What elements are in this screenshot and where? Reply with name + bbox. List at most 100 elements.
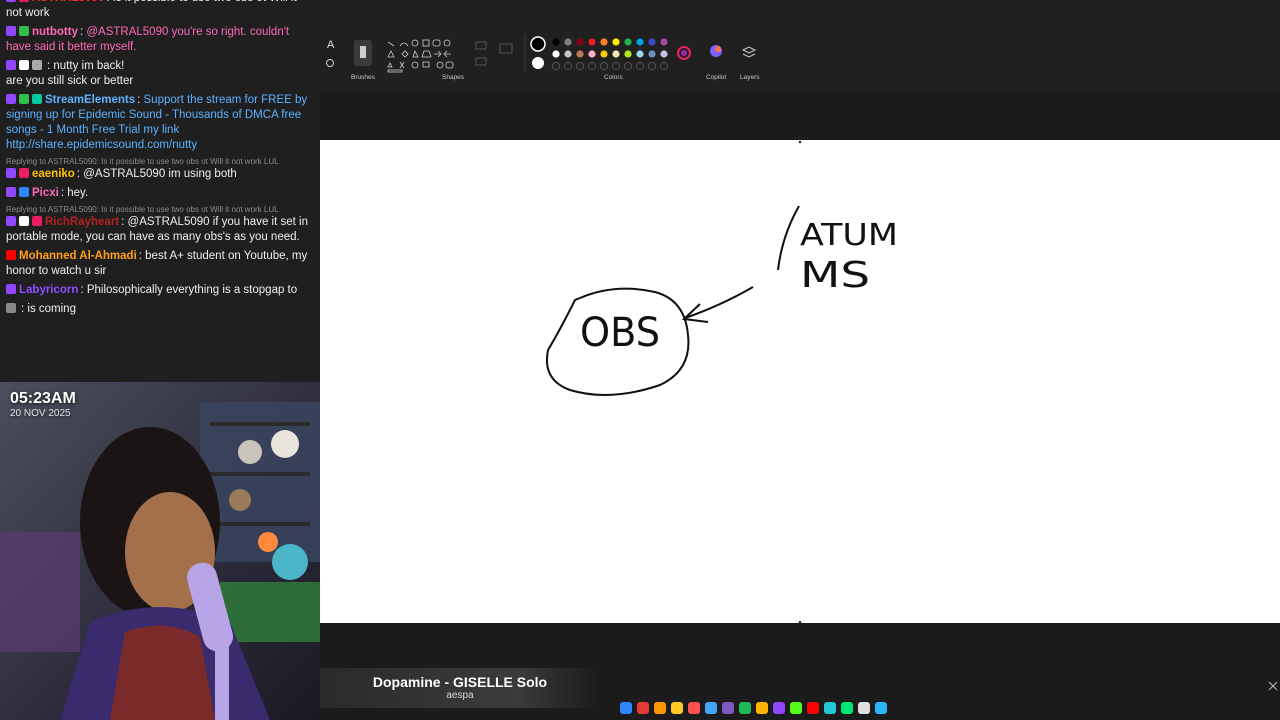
palette-swatch[interactable]	[564, 50, 572, 58]
chat-message-text: are you still sick or better	[6, 75, 134, 87]
chat-username[interactable]: ASTRAL5090	[32, 0, 104, 4]
custom-color-slot[interactable]	[611, 61, 621, 71]
chat-message: nutbotty: @ASTRAL5090 you're so right. c…	[6, 25, 314, 55]
palette-swatch[interactable]	[624, 38, 632, 46]
layers-label: Layers	[740, 74, 760, 81]
taskbar-app-icon[interactable]	[620, 702, 632, 714]
palette-swatch[interactable]	[660, 38, 668, 46]
song-artist: aespa	[446, 690, 474, 701]
shape-size-button	[499, 43, 513, 54]
screen: ASTRAL5090: Is it possible to use two ob…	[0, 0, 1280, 720]
webcam-feed: 05:23AM 20 NOV 2025	[0, 382, 320, 720]
webcam-image	[0, 382, 320, 720]
custom-color-slot[interactable]	[659, 61, 669, 71]
chat-message-text: @ASTRAL5090 im using both	[83, 168, 237, 180]
chat-badge-icon	[19, 26, 29, 36]
taskbar-app-icon[interactable]	[688, 702, 700, 714]
taskbar-app-icon[interactable]	[790, 702, 802, 714]
primary-color-swatch	[530, 36, 546, 52]
paint-canvas-area: OBS ATUM MS	[320, 92, 1280, 624]
stream-clock: 05:23AM 20 NOV 2025	[10, 390, 76, 419]
palette-swatch[interactable]	[612, 38, 620, 46]
palette-swatch[interactable]	[552, 50, 560, 58]
chat-panel: ASTRAL5090: Is it possible to use two ob…	[0, 0, 320, 382]
paint-canvas[interactable]: OBS ATUM MS	[320, 140, 1280, 624]
chat-username[interactable]: Picxi	[32, 187, 59, 199]
taskbar-app-icon[interactable]	[671, 702, 683, 714]
chat-message-text: is coming	[27, 303, 76, 315]
palette-swatch[interactable]	[648, 50, 656, 58]
taskbar-app-icon[interactable]	[654, 702, 666, 714]
chat-badge-icon	[19, 0, 29, 2]
resize-icon	[1268, 681, 1278, 691]
shape-fill-button	[475, 57, 487, 66]
chat-message: StreamElements: Support the stream for F…	[6, 93, 314, 153]
palette-swatch[interactable]	[588, 38, 596, 46]
custom-color-slot[interactable]	[635, 61, 645, 71]
palette-swatch[interactable]	[648, 38, 656, 46]
taskbar-app-icon[interactable]	[739, 702, 751, 714]
taskbar	[620, 699, 887, 717]
palette-swatch[interactable]	[552, 38, 560, 46]
copilot-label: Copilot	[706, 74, 727, 81]
palette-swatch[interactable]	[636, 38, 644, 46]
palette-swatch[interactable]	[660, 50, 668, 58]
custom-color-slot[interactable]	[563, 61, 573, 71]
brushes-label: Brushes	[351, 74, 375, 81]
taskbar-app-icon[interactable]	[705, 702, 717, 714]
arrow-line	[684, 286, 754, 319]
custom-color-slot[interactable]	[599, 61, 609, 71]
zoom-icon	[326, 59, 334, 67]
chat-username[interactable]: Mohanned Al-Ahmadi	[19, 250, 137, 262]
chat-badge-icon	[32, 94, 42, 104]
custom-color-slot[interactable]	[575, 61, 585, 71]
taskbar-app-icon[interactable]	[722, 702, 734, 714]
shape-outline-button	[475, 41, 487, 50]
chat-message: Picxi: hey.	[6, 186, 314, 201]
custom-color-slot[interactable]	[587, 61, 597, 71]
taskbar-app-icon[interactable]	[637, 702, 649, 714]
handwriting-atum: ATUM	[800, 218, 898, 253]
palette-swatch[interactable]	[612, 50, 620, 58]
taskbar-app-icon[interactable]	[756, 702, 768, 714]
obs-label: OBS	[580, 310, 660, 356]
chat-badge-icon	[6, 94, 16, 104]
taskbar-app-icon[interactable]	[824, 702, 836, 714]
taskbar-app-icon[interactable]	[807, 702, 819, 714]
shapes-label: Shapes	[442, 74, 465, 81]
palette-swatch[interactable]	[576, 50, 584, 58]
taskbar-app-icon[interactable]	[773, 702, 785, 714]
taskbar-app-icon[interactable]	[875, 702, 887, 714]
chat-badge-icon	[6, 168, 16, 178]
chat-badge-icon	[6, 216, 16, 226]
chat-username[interactable]: Labyricorn	[19, 284, 78, 296]
shapes-gallery	[387, 39, 454, 73]
chat-username[interactable]: nutbotty	[32, 26, 78, 38]
palette-swatch[interactable]	[576, 38, 584, 46]
palette-swatch[interactable]	[564, 38, 572, 46]
clock-time: 05:23AM	[10, 390, 76, 407]
custom-color-slot[interactable]	[647, 61, 657, 71]
chat-badge-icon	[19, 168, 29, 178]
chat-badge-icon	[6, 303, 16, 313]
chat-username[interactable]: StreamElements	[45, 94, 135, 106]
palette-swatch[interactable]	[600, 38, 608, 46]
chat-badge-icon	[6, 0, 16, 2]
song-title: Dopamine - GISELLE Solo	[372, 674, 548, 690]
taskbar-app-icon[interactable]	[858, 702, 870, 714]
palette-swatch[interactable]	[636, 50, 644, 58]
custom-color-slot[interactable]	[551, 61, 561, 71]
now-playing-overlay: Dopamine - GISELLE Solo aespa	[320, 668, 600, 708]
chat-username[interactable]: RichRayheart	[45, 216, 119, 228]
chat-username[interactable]: eaeniko	[32, 168, 75, 180]
palette-swatch[interactable]	[624, 50, 632, 58]
palette-swatch[interactable]	[600, 50, 608, 58]
palette-swatch[interactable]	[588, 50, 596, 58]
text-tool-icon: A	[327, 39, 335, 51]
taskbar-app-icon[interactable]	[841, 702, 853, 714]
chat-badge-icon	[6, 187, 16, 197]
reply-note: Replying to ASTRAL5090: Is it possible t…	[6, 205, 279, 214]
chat-message: ASTRAL5090: Is it possible to use two ob…	[6, 0, 314, 21]
chat-badge-icon	[6, 26, 16, 36]
custom-color-slot[interactable]	[623, 61, 633, 71]
